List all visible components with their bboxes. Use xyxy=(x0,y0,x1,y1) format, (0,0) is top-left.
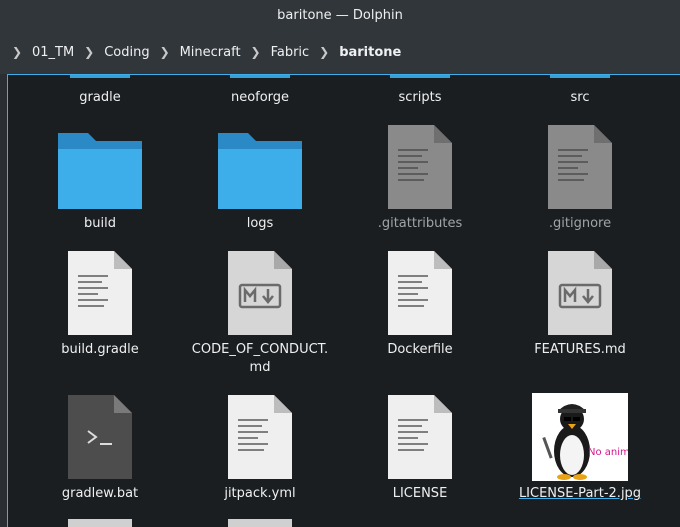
text-file-icon xyxy=(388,395,452,479)
breadcrumb-item-coding[interactable]: Coding xyxy=(98,45,155,60)
file-label: .gitattributes xyxy=(377,216,463,231)
file-item-gradle[interactable]: gradle xyxy=(20,75,180,115)
file-label: build.gradle xyxy=(61,342,139,357)
breadcrumb-item-01-tm[interactable]: 01_TM xyxy=(26,45,80,60)
file-label: LICENSE xyxy=(392,486,448,501)
text-file-icon xyxy=(228,395,292,479)
text-file-icon xyxy=(388,125,452,209)
breadcrumb-item-baritone[interactable]: baritone xyxy=(333,45,407,60)
text-file-icon xyxy=(228,519,292,527)
file-item-logs[interactable]: logs xyxy=(180,123,340,235)
text-file-icon xyxy=(68,251,132,335)
file-label: jitpack.yml xyxy=(224,486,296,501)
window-title: baritone — Dolphin xyxy=(277,7,403,23)
file-item-code-of-conduct-md[interactable]: CODE_OF_CONDUCT. md xyxy=(180,249,340,379)
file-label: LICENSE-Part-2.jpg xyxy=(518,486,642,501)
breadcrumb-item-fabric[interactable]: Fabric xyxy=(265,45,316,60)
text-file-icon xyxy=(68,519,132,527)
file-item-src[interactable]: src xyxy=(500,75,660,115)
file-label: build xyxy=(84,216,116,231)
markdown-file-icon xyxy=(228,251,292,335)
file-label: logs xyxy=(246,216,274,231)
file-label: src xyxy=(570,90,590,105)
file-item-build[interactable]: build xyxy=(20,123,180,235)
file-label: gradle xyxy=(79,90,121,105)
chevron-right-icon: ❯ xyxy=(11,45,23,59)
text-file-icon xyxy=(548,125,612,209)
file-label: CODE_OF_CONDUCT. xyxy=(191,342,329,357)
chevron-right-icon: ❯ xyxy=(319,45,330,59)
breadcrumb-item-minecraft[interactable]: Minecraft xyxy=(174,45,247,60)
file-item-gitignore[interactable]: .gitignore xyxy=(500,123,660,235)
file-item-neoforge[interactable]: neoforge xyxy=(180,75,340,115)
file-item-features-md[interactable]: FEATURES.md xyxy=(500,249,660,379)
file-item-scripts[interactable]: scripts xyxy=(340,75,500,115)
file-item-gitattributes[interactable]: .gitattributes xyxy=(340,123,500,235)
file-item-license[interactable]: LICENSE xyxy=(340,393,500,505)
markdown-file-icon xyxy=(548,251,612,335)
file-label: FEATURES.md xyxy=(534,342,626,357)
file-item-license-part-2-jpg[interactable]: No anime LICENSE-Part-2.jpg xyxy=(500,393,660,505)
file-label: neoforge xyxy=(230,90,290,105)
image-thumbnail: No anime xyxy=(532,393,628,481)
file-label: Dockerfile xyxy=(387,342,453,357)
file-item-dockerfile[interactable]: Dockerfile xyxy=(340,249,500,379)
chevron-right-icon: ❯ xyxy=(84,45,95,59)
file-label: scripts xyxy=(398,90,442,105)
file-view[interactable]: gradle neoforge scripts src build logs .… xyxy=(7,74,680,527)
file-label: .gitignore xyxy=(548,216,612,231)
window-titlebar: baritone — Dolphin xyxy=(0,0,680,30)
breadcrumb: ❯ 01_TM ❯ Coding ❯ Minecraft ❯ Fabric ❯ … xyxy=(0,30,680,74)
folder-icon xyxy=(58,133,142,209)
chevron-right-icon: ❯ xyxy=(250,45,261,59)
file-label-line2: md xyxy=(249,360,271,375)
file-item-build-gradle[interactable]: build.gradle xyxy=(20,249,180,379)
text-file-icon xyxy=(388,251,452,335)
folder-icon xyxy=(218,133,302,209)
image-caption: No anime xyxy=(588,447,628,458)
chevron-right-icon: ❯ xyxy=(159,45,170,59)
file-item-jitpack-yml[interactable]: jitpack.yml xyxy=(180,393,340,505)
script-file-icon xyxy=(68,395,132,479)
file-item-gradlew-bat[interactable]: gradlew.bat xyxy=(20,393,180,505)
file-label: gradlew.bat xyxy=(61,486,139,501)
